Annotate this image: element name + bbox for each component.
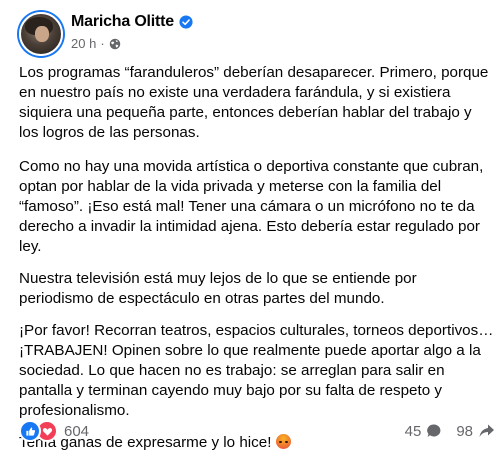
reactions-summary[interactable]: 604 [19,420,89,442]
verified-badge-icon [179,15,193,29]
post-paragraph: Nuestra televisión está muy lejos de lo … [19,270,417,307]
comments-stat[interactable]: 45 [405,423,443,440]
post-paragraph: ¡Por favor! Recorran teatros, espacios c… [19,322,494,419]
post-header: Maricha Olitte 20 h · [19,12,193,56]
reaction-count: 604 [64,422,90,440]
post-body: Los programas “faranduleros” deberían de… [19,63,495,465]
comment-icon [427,424,441,437]
like-reaction-icon [19,420,41,442]
post-paragraph: Como no hay una movida artística o depor… [19,158,484,255]
separator-dot: · [100,36,105,51]
engagement-stats: 45 98 [391,423,495,440]
author-avatar[interactable] [19,12,63,56]
share-icon [479,424,494,437]
post-timestamp[interactable]: 20 h [71,36,96,51]
comment-count: 45 [404,422,422,440]
author-name[interactable]: Maricha Olitte [71,13,174,31]
share-count: 98 [456,422,473,440]
shares-stat[interactable]: 98 [456,423,495,440]
post-footer: 604 45 98 [19,420,495,442]
post-paragraph: Los programas “faranduleros” deberían de… [19,64,489,141]
globe-icon[interactable] [109,38,121,50]
author-meta: Maricha Olitte 20 h · [71,12,193,51]
